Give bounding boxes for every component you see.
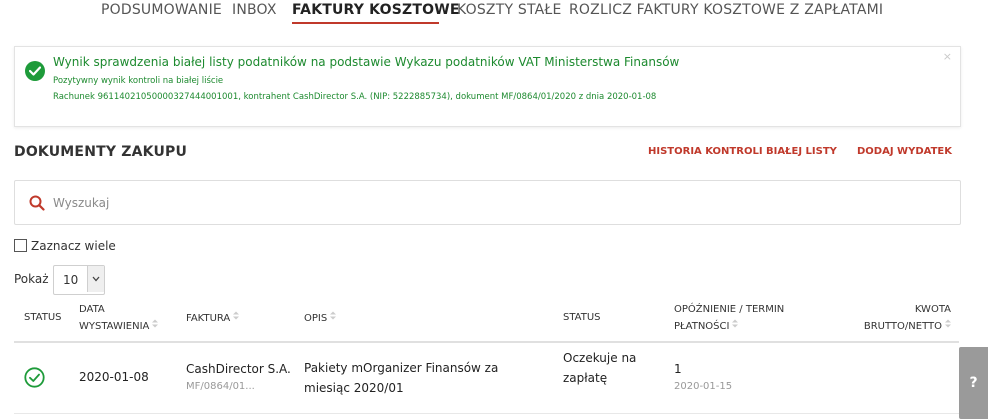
top-nav: PODSUMOWANIE INBOX FAKTURY KOSZTOWE KOSZ… — [0, 0, 996, 26]
alert-detail: Rachunek 96114021050000327444001001, kon… — [53, 92, 657, 102]
th-amount[interactable]: KWOTA BRUTTO/NETTO — [864, 302, 951, 335]
sort-icon — [732, 318, 739, 334]
alert-subtitle: Pozytywny wynik kontroli na białej liści… — [53, 76, 224, 86]
sort-icon — [330, 310, 337, 326]
sort-icon — [233, 310, 240, 326]
row-divider — [14, 413, 959, 414]
help-button[interactable]: ? — [959, 347, 988, 419]
th-date[interactable]: DATA WYSTAWIENIA — [79, 302, 159, 335]
check-circle-icon — [25, 61, 45, 81]
add-expense-link[interactable]: DODAJ WYDATEK — [857, 146, 952, 157]
th-invoice-label: FAKTURA — [186, 313, 231, 324]
search-box — [14, 180, 961, 225]
th-amount-line1: KWOTA — [914, 304, 951, 315]
row-status: Oczekuje na zapłatę — [563, 351, 637, 385]
whitelist-check-alert: Wynik sprawdzenia białej listy podatnikó… — [14, 46, 961, 127]
row-description: Pakiety mOrganizer Finansów za miesiąc 2… — [304, 361, 499, 395]
th-date-line1: DATA — [79, 304, 105, 315]
tab-rozlicz-faktury[interactable]: ROZLICZ FAKTURY KOSZTOWE Z ZAPŁATAMI — [569, 2, 883, 18]
page-size-select[interactable]: 10 — [53, 265, 105, 295]
th-description[interactable]: OPIS — [304, 310, 337, 327]
whitelist-history-link[interactable]: HISTORIA KONTROLI BIAŁEJ LISTY — [648, 146, 837, 157]
search-icon[interactable] — [29, 195, 45, 215]
row-date: 2020-01-08 — [79, 370, 149, 384]
th-delay[interactable]: OPÓŹNIENIE / TERMIN PŁATNOŚCI — [674, 302, 784, 335]
th-date-line2: WYSTAWIENIA — [79, 321, 150, 332]
row-invoice-number: MF/0864/01... — [186, 381, 255, 392]
search-input[interactable] — [51, 193, 935, 213]
th-status2: STATUS — [563, 312, 601, 323]
sort-icon — [945, 318, 951, 334]
th-invoice[interactable]: FAKTURA — [186, 310, 240, 327]
tab-inbox[interactable]: INBOX — [232, 2, 277, 18]
chevron-down-icon[interactable] — [87, 266, 104, 292]
row-invoice-name: CashDirector S.A. — [186, 362, 291, 376]
th-delay-line1: OPÓŹNIENIE / TERMIN — [674, 304, 785, 315]
th-description-label: OPIS — [304, 313, 328, 324]
page-size-label: Pokaż — [14, 272, 49, 286]
active-tab-indicator — [292, 22, 439, 24]
check-circle-icon — [24, 367, 45, 392]
th-amount-line2: BRUTTO/NETTO — [863, 321, 942, 332]
th-status: STATUS — [24, 312, 62, 323]
section-title: DOKUMENTY ZAKUPU — [14, 144, 188, 160]
select-many-label: Zaznacz wiele — [31, 239, 116, 253]
close-icon[interactable]: × — [943, 50, 952, 63]
select-many-checkbox[interactable] — [14, 239, 27, 252]
page-size-value: 10 — [63, 273, 79, 287]
table-row[interactable]: 2020-01-08 CashDirector S.A. MF/0864/01.… — [14, 343, 959, 413]
tab-koszty-stale[interactable]: KOSZTY STAŁE — [457, 2, 562, 18]
tab-faktury-kosztowe[interactable]: FAKTURY KOSZTOWE — [292, 2, 460, 18]
sort-icon — [152, 318, 159, 334]
alert-title: Wynik sprawdzenia białej listy podatnikó… — [53, 55, 680, 69]
row-due-date: 2020-01-15 — [674, 381, 733, 392]
th-delay-line2: PŁATNOŚCI — [674, 321, 730, 332]
row-delay: 1 — [674, 362, 682, 376]
tab-podsumowanie[interactable]: PODSUMOWANIE — [101, 2, 222, 18]
